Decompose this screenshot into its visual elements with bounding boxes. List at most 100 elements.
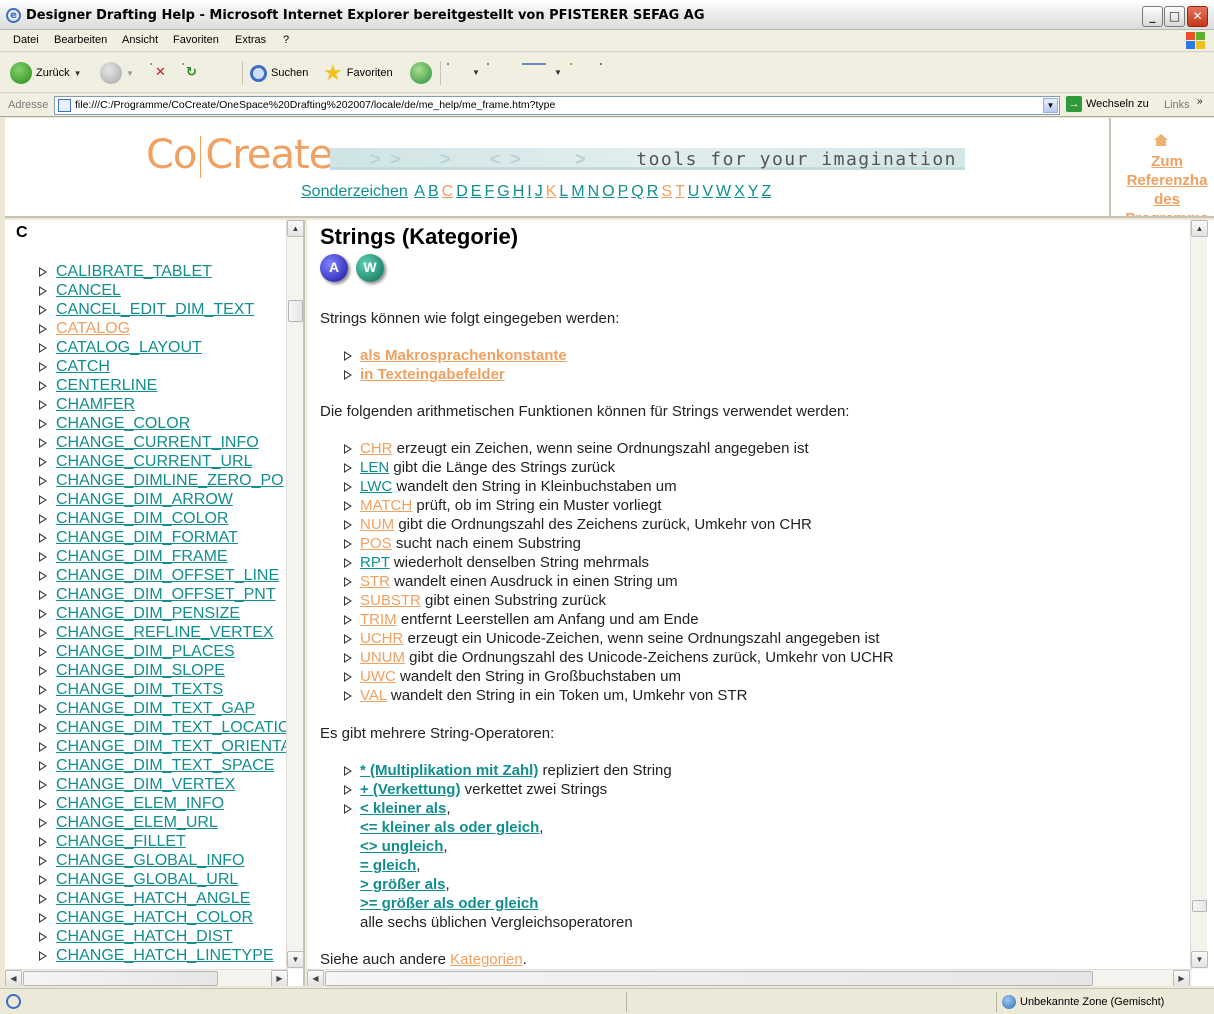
item-link[interactable]: RPT <box>360 554 390 571</box>
scroll-up-icon[interactable]: ▲ <box>287 220 303 237</box>
go-button[interactable]: → Wechseln zu <box>1066 96 1149 112</box>
letter-link-o[interactable]: O <box>602 183 614 200</box>
letter-link-c[interactable]: C <box>442 183 454 200</box>
command-link[interactable]: CANCEL_EDIT_DIM_TEXT <box>56 301 254 318</box>
letter-link-f[interactable]: F <box>484 183 494 200</box>
command-link[interactable]: CHANGE_HATCH_DIST <box>56 928 233 945</box>
menu-help[interactable]: ? <box>283 34 289 46</box>
scroll-thumb[interactable] <box>325 971 1093 986</box>
stop-icon[interactable]: ✕ <box>150 63 166 79</box>
item-link[interactable]: VAL <box>360 687 387 704</box>
reference-link-line[interactable]: Referenzha <box>1117 171 1214 190</box>
letter-link-d[interactable]: D <box>456 183 468 200</box>
left-vertical-scrollbar[interactable]: ▲ ▼ <box>286 220 303 969</box>
letter-link-m[interactable]: M <box>571 183 584 200</box>
special-chars-link[interactable]: Sonderzeichen <box>301 183 408 200</box>
links-chevron-icon[interactable]: » <box>1197 96 1203 107</box>
item-link[interactable]: in Texteingabefelder <box>360 366 505 383</box>
command-link[interactable]: CHANGE_FILLET <box>56 833 186 850</box>
refresh-icon[interactable]: ↻ <box>182 63 197 79</box>
command-link[interactable]: CHANGE_CURRENT_URL <box>56 453 252 470</box>
letter-link-x[interactable]: X <box>734 183 745 200</box>
menu-datei[interactable]: Datei <box>13 34 39 46</box>
scroll-up-icon[interactable]: ▲ <box>1191 220 1208 237</box>
letter-link-s[interactable]: S <box>661 183 672 200</box>
categories-link[interactable]: Kategorien <box>450 951 523 968</box>
address-dropdown-icon[interactable]: ▼ <box>1043 98 1058 113</box>
command-link[interactable]: CATALOG_LAYOUT <box>56 339 202 356</box>
minimize-button[interactable]: _ <box>1142 6 1163 27</box>
command-link[interactable]: CANCEL <box>56 282 121 299</box>
close-button[interactable]: ✕ <box>1187 6 1208 27</box>
command-link[interactable]: CHANGE_COLOR <box>56 415 190 432</box>
menu-bearbeiten[interactable]: Bearbeiten <box>54 34 107 46</box>
menu-favoriten[interactable]: Favoriten <box>173 34 219 46</box>
command-link[interactable]: CHANGE_REFLINE_VERTEX <box>56 624 274 641</box>
scroll-right-icon[interactable]: ▶ <box>1173 970 1190 986</box>
command-link[interactable]: CHANGE_CURRENT_INFO <box>56 434 259 451</box>
scroll-down-icon[interactable]: ▼ <box>287 951 303 968</box>
reference-link-line[interactable]: Programms <box>1117 209 1214 216</box>
command-link[interactable]: CHANGE_DIM_SLOPE <box>56 662 225 679</box>
command-link[interactable]: CHANGE_DIMLINE_ZERO_PO <box>56 472 284 489</box>
scroll-thumb[interactable] <box>1192 900 1207 912</box>
reference-link-line[interactable]: Zum <box>1117 152 1214 171</box>
item-link[interactable]: SUBSTR <box>360 592 421 609</box>
back-dropdown-icon[interactable]: ▼ <box>74 69 82 78</box>
main-vertical-scrollbar[interactable]: ▲ ▼ <box>1190 220 1208 969</box>
letter-link-a[interactable]: A <box>414 183 425 200</box>
letter-link-t[interactable]: T <box>675 183 685 200</box>
command-link[interactable]: CHANGE_DIM_OFFSET_LINE <box>56 567 279 584</box>
command-link[interactable]: CHANGE_DIM_PENSIZE <box>56 605 240 622</box>
command-link[interactable]: CHANGE_DIM_TEXT_LOCATIO <box>56 719 287 736</box>
letter-link-z[interactable]: Z <box>761 183 771 200</box>
letter-link-u[interactable]: U <box>688 183 700 200</box>
letter-link-r[interactable]: R <box>647 183 659 200</box>
command-link[interactable]: CHANGE_DIM_VERTEX <box>56 776 235 793</box>
item-link[interactable]: POS <box>360 535 392 552</box>
command-link[interactable]: CHANGE_HATCH_COLOR <box>56 909 253 926</box>
scroll-thumb[interactable] <box>288 300 303 322</box>
menu-ansicht[interactable]: Ansicht <box>122 34 158 46</box>
reference-manual-link[interactable]: ZumReferenzhadesProgramms <box>1117 152 1214 216</box>
item-link[interactable]: < kleiner als <box>360 800 446 817</box>
item-link[interactable]: LWC <box>360 478 392 495</box>
command-link[interactable]: CHANGE_DIM_TEXT_GAP <box>56 700 255 717</box>
mail-icon[interactable] <box>447 63 449 65</box>
forward-dropdown-icon[interactable]: ▼ <box>126 69 134 78</box>
command-link[interactable]: CHANGE_DIM_TEXT_SPACE <box>56 757 274 774</box>
forward-button[interactable]: ▼ <box>100 59 134 87</box>
command-link[interactable]: CHANGE_DIM_FORMAT <box>56 529 238 546</box>
scroll-thumb[interactable] <box>23 971 218 986</box>
letter-link-n[interactable]: N <box>588 183 600 200</box>
letter-link-y[interactable]: Y <box>748 183 759 200</box>
item-link[interactable]: + (Verkettung) <box>360 781 460 798</box>
scroll-down-icon[interactable]: ▼ <box>1191 951 1208 968</box>
command-link[interactable]: CHANGE_DIM_COLOR <box>56 510 228 527</box>
command-link[interactable]: CHAMFER <box>56 396 135 413</box>
history-icon[interactable] <box>410 62 432 84</box>
item-link[interactable]: UWC <box>360 668 396 685</box>
letter-link-v[interactable]: V <box>702 183 713 200</box>
edit-dropdown-icon[interactable]: ▼ <box>554 68 562 77</box>
item-link[interactable]: <= kleiner als oder gleich <box>360 819 539 836</box>
command-link[interactable]: CHANGE_DIM_ARROW <box>56 491 233 508</box>
item-link[interactable]: * (Multiplikation mit Zahl) <box>360 762 538 779</box>
badge-a-icon[interactable]: A <box>320 254 348 282</box>
menu-extras[interactable]: Extras <box>235 34 266 46</box>
research-icon[interactable] <box>600 63 602 65</box>
letter-link-w[interactable]: W <box>716 183 731 200</box>
item-link[interactable]: <> ungleich <box>360 838 443 855</box>
item-link[interactable]: als Makrosprachenkonstante <box>360 347 567 364</box>
item-link[interactable]: NUM <box>360 516 394 533</box>
command-link[interactable]: CHANGE_DIM_TEXT_ORIENTA <box>56 738 287 755</box>
item-link[interactable]: = gleich <box>360 857 416 874</box>
command-link[interactable]: CHANGE_DIM_TEXTS <box>56 681 223 698</box>
letter-link-b[interactable]: B <box>428 183 439 200</box>
scroll-left-icon[interactable]: ◀ <box>307 970 324 986</box>
discuss-icon[interactable] <box>570 63 572 65</box>
letter-link-q[interactable]: Q <box>631 183 643 200</box>
item-link[interactable]: STR <box>360 573 390 590</box>
command-link[interactable]: CHANGE_HATCH_LINETYPE <box>56 947 274 964</box>
maximize-button[interactable]: □ <box>1164 6 1185 27</box>
